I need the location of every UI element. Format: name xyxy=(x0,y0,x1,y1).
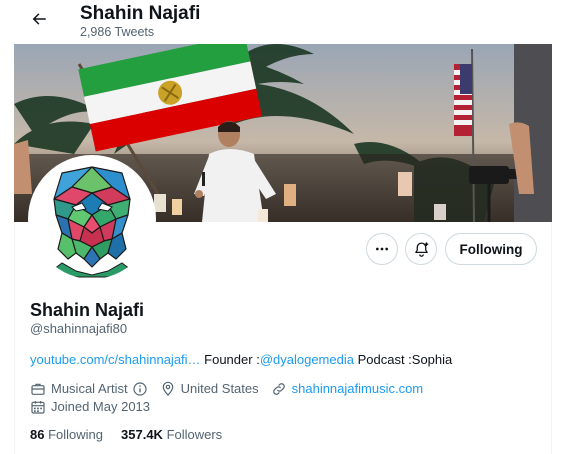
more-icon xyxy=(376,247,388,251)
location-label: United States xyxy=(180,381,259,396)
tweet-count: 2,986 Tweets xyxy=(80,25,155,39)
profile-location: United States xyxy=(160,381,259,397)
profile-website: shahinnajafimusic.com xyxy=(271,381,424,397)
back-button[interactable] xyxy=(26,6,52,32)
profile-stats: 86 Following 357.4K Followers xyxy=(30,427,240,442)
link-icon xyxy=(272,383,285,395)
info-icon[interactable] xyxy=(132,381,148,397)
profile-joined-row: Joined May 2013 xyxy=(30,399,162,415)
page-title: Shahin Najafi xyxy=(80,3,201,24)
bio-mention-link[interactable]: @dyalogemedia xyxy=(260,352,354,367)
location-pin-icon xyxy=(162,381,173,396)
category-label: Musical Artist xyxy=(51,381,128,396)
back-arrow-icon xyxy=(32,13,46,25)
followers-stat[interactable]: 357.4K Followers xyxy=(121,427,222,442)
profile-header-bar: Shahin Najafi 2,986 Tweets xyxy=(14,0,552,44)
profile-joined: Joined May 2013 xyxy=(30,399,150,415)
profile-meta: Musical Artist United States shahinnajaf… xyxy=(30,381,435,397)
following-count: 86 xyxy=(30,427,45,442)
bio-text-founder: Founder : xyxy=(200,352,260,367)
following-stat-label: Following xyxy=(48,427,104,442)
profile-bio: youtube.com/c/shahinnajafi… Founder :@dy… xyxy=(30,352,452,368)
followers-count: 357.4K xyxy=(121,427,163,442)
following-button[interactable]: Following xyxy=(445,233,537,265)
briefcase-icon xyxy=(31,383,45,395)
profile-handle: @shahinnajafi80 xyxy=(30,321,128,336)
avatar-image xyxy=(32,159,152,279)
profile-avatar[interactable] xyxy=(28,155,156,283)
more-button[interactable] xyxy=(366,233,398,265)
bio-youtube-link[interactable]: youtube.com/c/shahinnajafi… xyxy=(30,352,201,367)
profile-category: Musical Artist xyxy=(30,381,148,397)
notification-bell-icon xyxy=(414,241,428,257)
bio-text-podcast: Podcast :Sophia xyxy=(353,352,453,367)
notify-button[interactable] xyxy=(405,233,437,265)
joined-label: Joined May 2013 xyxy=(51,399,151,414)
website-link[interactable]: shahinnajafimusic.com xyxy=(292,381,424,397)
profile-name: Shahin Najafi xyxy=(30,300,145,320)
following-stat[interactable]: 86 Following xyxy=(30,427,103,442)
followers-stat-label: Followers xyxy=(166,427,223,442)
calendar-icon xyxy=(31,401,45,414)
